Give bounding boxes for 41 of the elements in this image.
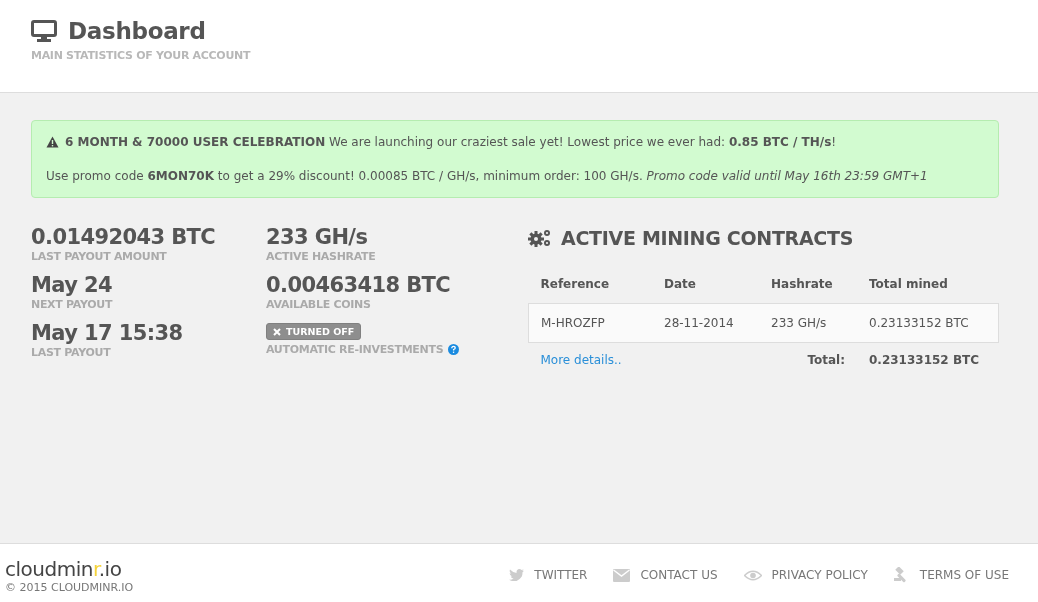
alert-text: 6 MONTH & 70000 USER CELEBRATION We are launching our craziest sale yet! Lowest price we ever had: 0.85 BTC / TH/s! <box>65 135 837 149</box>
stat-label: LAST PAYOUT <box>31 346 112 359</box>
stat-label: NEXT PAYOUT <box>31 298 114 311</box>
envelope-icon <box>613 568 631 582</box>
copyright-text: © 2015 CLOUDMINR.IO <box>5 581 134 594</box>
footer-link[interactable]: CONTACT US <box>640 568 718 582</box>
table-cell: M-HROZFP <box>528 303 652 343</box>
footer-link[interactable]: TWITTER <box>534 568 588 582</box>
warning-icon <box>46 136 59 148</box>
column-header: Hashrate <box>759 271 857 304</box>
more-details-link[interactable]: More details.. <box>540 353 622 367</box>
status-badge: TURNED OFF <box>266 323 362 340</box>
stat-value: 0.01492043 BTC <box>31 224 217 250</box>
bird-icon <box>509 569 525 581</box>
help-icon[interactable] <box>448 344 460 355</box>
section-title: ACTIVE MINING CONTRACTS <box>561 227 854 249</box>
gears-icon <box>528 228 552 248</box>
table-cell: 28-11-2014 <box>652 303 759 343</box>
column-header: Date <box>652 271 759 304</box>
eye-icon <box>743 569 762 581</box>
stat-label: ACTIVE HASHRATE <box>266 250 377 263</box>
column-header: Total mined <box>857 271 999 304</box>
stat-label: LAST PAYOUT AMOUNT <box>31 250 168 263</box>
stat-value: May 17 15:38 <box>31 320 184 346</box>
table-cell: 0.23133152 BTC <box>857 303 999 343</box>
footer-link[interactable]: TERMS OF USE <box>919 568 1009 582</box>
total-label: Total: <box>759 342 857 377</box>
table-cell: 233 GH/s <box>759 303 857 343</box>
footer-link[interactable]: PRIVACY POLICY <box>771 568 868 582</box>
page-title: Dashboard <box>68 18 206 44</box>
stat-value: May 24 <box>31 272 114 298</box>
alert-text: Use promo code 6MON70K to get a 29% discount! 0.00085 BTC / GH/s, minimum order: 100 GH/s. Promo code valid until May 16th 23:59 GMT+1 <box>46 169 928 183</box>
brand-logo[interactable]: cloudminr.io <box>5 559 134 579</box>
total-value: 0.23133152 BTC <box>857 342 999 377</box>
stat-value: 0.00463418 BTC <box>266 272 452 298</box>
column-header: Reference <box>528 271 652 304</box>
stat-label: AUTOMATIC RE-INVESTMENTS <box>266 343 444 356</box>
stat-label: AVAILABLE COINS <box>266 298 372 311</box>
monitor-icon <box>31 20 57 42</box>
page-subtitle: MAIN STATISTICS OF YOUR ACCOUNT <box>31 49 252 62</box>
stat-value: 233 GH/s <box>266 224 369 250</box>
